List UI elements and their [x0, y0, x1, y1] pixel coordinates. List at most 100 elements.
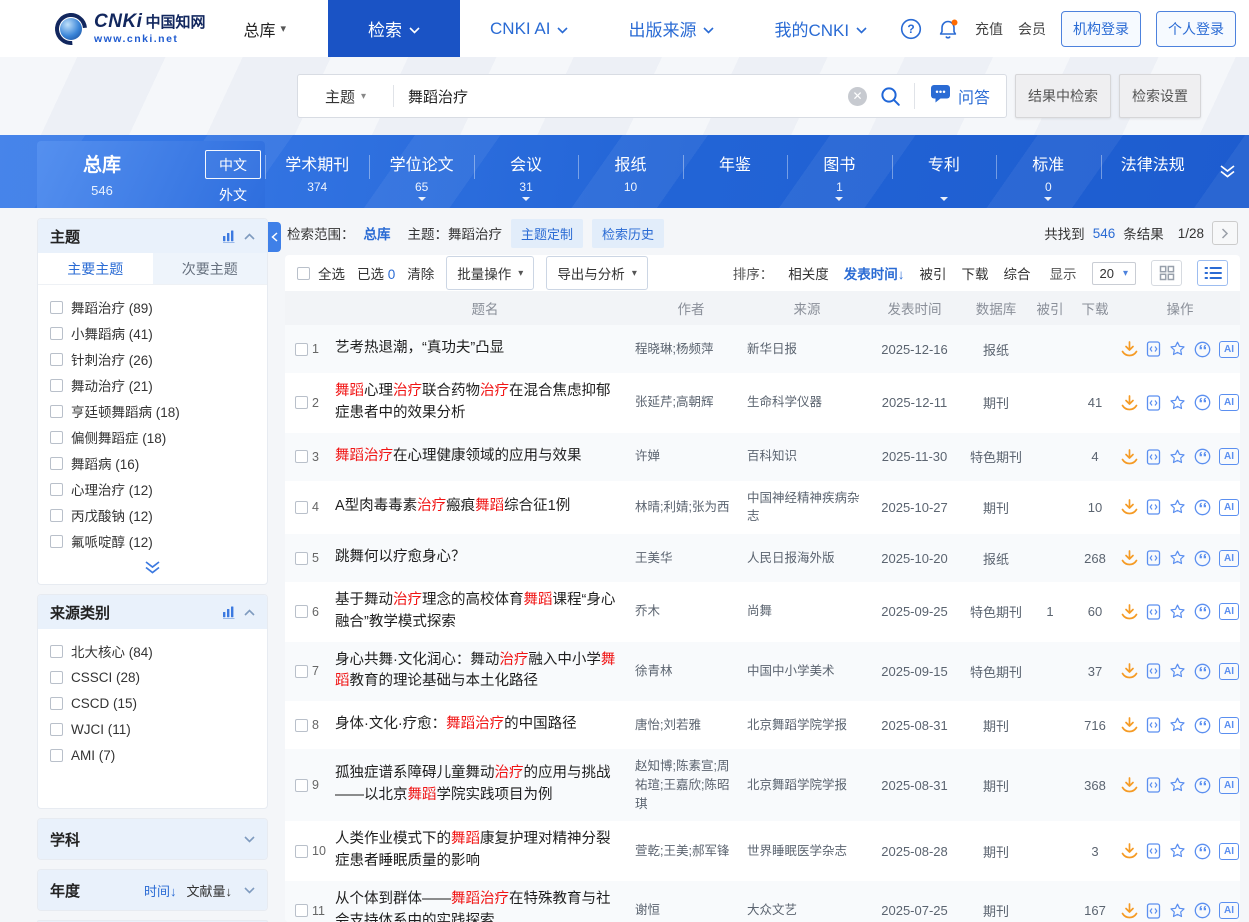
institution-login-button[interactable]: 机构登录	[1061, 11, 1141, 47]
cite-icon[interactable]	[1194, 603, 1211, 620]
source-filter-item[interactable]: AMI (7)	[50, 742, 255, 768]
row-checkbox[interactable]	[295, 396, 308, 409]
category-tab-total[interactable]: 总库 546 中文外文	[37, 141, 265, 208]
topic-tab-主要主题[interactable]: 主要主题	[38, 253, 153, 284]
search-settings-button[interactable]: 检索设置	[1119, 74, 1201, 118]
topic-filter-item[interactable]: 小舞蹈病 (41)	[50, 320, 255, 346]
result-authors[interactable]: 谢恒	[635, 901, 747, 920]
clear-icon[interactable]: ✕	[848, 87, 867, 106]
sort-option-相关度[interactable]: 相关度	[788, 263, 829, 283]
html-read-icon[interactable]	[1146, 395, 1161, 411]
result-title-link[interactable]: 跳舞何以疗愈身心？	[335, 547, 635, 569]
cite-icon[interactable]	[1194, 717, 1211, 734]
result-source[interactable]: 大众文艺	[747, 901, 867, 920]
source-filter-checkbox[interactable]	[50, 723, 63, 736]
cite-icon[interactable]	[1194, 902, 1211, 919]
collect-icon[interactable]	[1169, 843, 1186, 859]
download-icon[interactable]	[1121, 717, 1138, 733]
topic-filter-item[interactable]: 舞动治疗 (21)	[50, 372, 255, 398]
nav-item-出版来源[interactable]: 出版来源	[598, 0, 744, 57]
language-tab-中文[interactable]: 中文	[205, 150, 261, 179]
collect-icon[interactable]	[1169, 499, 1186, 515]
topic-filter-checkbox[interactable]	[50, 301, 63, 314]
category-tab-标准[interactable]: 标准0	[996, 135, 1100, 208]
download-icon[interactable]	[1121, 604, 1138, 620]
topic-filter-item[interactable]: 亨廷顿舞蹈病 (18)	[50, 398, 255, 424]
topic-filter-checkbox[interactable]	[50, 327, 63, 340]
category-tab-专利[interactable]: 专利	[892, 135, 996, 208]
list-view-button[interactable]	[1197, 260, 1228, 286]
download-icon[interactable]	[1121, 843, 1138, 859]
cite-icon[interactable]	[1194, 550, 1211, 567]
source-filter-item[interactable]: 北大核心 (84)	[50, 638, 255, 664]
result-title-link[interactable]: A型肉毒毒素治疗瘢痕舞蹈综合征1例	[335, 496, 635, 518]
recharge-link[interactable]: 充值	[975, 19, 1003, 39]
topic-tab-次要主题[interactable]: 次要主题	[153, 253, 268, 284]
html-read-icon[interactable]	[1146, 777, 1161, 793]
category-tab-学术期刊[interactable]: 学术期刊374	[265, 135, 369, 208]
result-download-count[interactable]: 716	[1070, 718, 1120, 733]
cnki-logo[interactable]: CNKi中国知网 www.cnki.net	[55, 12, 205, 45]
download-icon[interactable]	[1121, 341, 1138, 357]
cite-icon[interactable]	[1194, 394, 1211, 411]
cite-icon[interactable]	[1194, 663, 1211, 680]
row-checkbox[interactable]	[295, 501, 308, 514]
chevron-up-icon[interactable]	[244, 609, 255, 616]
ai-assistant-icon[interactable]: AI	[1219, 394, 1239, 411]
result-authors[interactable]: 唐怡;刘若雅	[635, 716, 747, 735]
nav-item-我的CNKI[interactable]: 我的CNKI	[744, 0, 897, 57]
source-filter-checkbox[interactable]	[50, 671, 63, 684]
collect-icon[interactable]	[1169, 550, 1186, 566]
html-read-icon[interactable]	[1146, 449, 1161, 465]
result-download-count[interactable]: 167	[1070, 903, 1120, 918]
chevron-up-icon[interactable]	[244, 233, 255, 240]
result-download-count[interactable]: 60	[1070, 604, 1120, 619]
source-filter-checkbox[interactable]	[50, 697, 63, 710]
result-source[interactable]: 尚舞	[747, 602, 867, 621]
result-authors[interactable]: 林晴;利婧;张为西	[635, 498, 747, 517]
clear-selection-button[interactable]: 清除	[407, 263, 434, 283]
select-all-checkbox[interactable]	[297, 267, 310, 280]
source-filter-checkbox[interactable]	[50, 749, 63, 762]
ai-assistant-icon[interactable]: AI	[1219, 341, 1239, 358]
download-icon[interactable]	[1121, 550, 1138, 566]
notifications-icon[interactable]	[937, 18, 960, 40]
sort-option-发表时间[interactable]: 发表时间↓	[844, 263, 905, 283]
year-sort-count[interactable]: 文献量↓	[186, 881, 232, 900]
search-in-results-button[interactable]: 结果中检索	[1015, 74, 1111, 118]
result-authors[interactable]: 程晓琳;杨频萍	[635, 340, 747, 359]
topic-filter-item[interactable]: 偏侧舞蹈症 (18)	[50, 424, 255, 450]
source-filter-item[interactable]: CSCD (15)	[50, 690, 255, 716]
scope-value[interactable]: 总库	[364, 223, 391, 243]
category-tab-图书[interactable]: 图书1	[787, 135, 891, 208]
cite-icon[interactable]	[1194, 843, 1211, 860]
ai-assistant-icon[interactable]: AI	[1219, 717, 1239, 734]
result-source[interactable]: 新华日报	[747, 340, 867, 359]
result-download-count[interactable]: 41	[1070, 395, 1120, 410]
personal-login-button[interactable]: 个人登录	[1156, 11, 1236, 47]
download-icon[interactable]	[1121, 395, 1138, 411]
ai-assistant-icon[interactable]: AI	[1219, 843, 1239, 860]
collect-icon[interactable]	[1169, 604, 1186, 620]
result-download-count[interactable]: 268	[1070, 551, 1120, 566]
topic-filter-item[interactable]: 氟哌啶醇 (12)	[50, 528, 255, 554]
result-source[interactable]: 北京舞蹈学院学报	[747, 716, 867, 735]
result-title-link[interactable]: 舞蹈心理治疗联合药物治疗在混合焦虑抑郁症患者中的效果分析	[335, 381, 635, 425]
show-more-icon[interactable]	[38, 556, 267, 584]
nav-item-检索[interactable]: 检索	[328, 0, 460, 57]
chevron-down-icon[interactable]	[244, 836, 255, 843]
collect-icon[interactable]	[1169, 717, 1186, 733]
html-read-icon[interactable]	[1146, 717, 1161, 733]
topic-filter-item[interactable]: 舞蹈病 (16)	[50, 450, 255, 476]
topic-filter-item[interactable]: 心理治疗 (12)	[50, 476, 255, 502]
result-source[interactable]: 中国神经精神疾病杂志	[747, 489, 867, 527]
topic-filter-checkbox[interactable]	[50, 535, 63, 548]
topic-filter-checkbox[interactable]	[50, 483, 63, 496]
result-source[interactable]: 人民日报海外版	[747, 549, 867, 568]
source-panel-header[interactable]: 来源类别	[38, 595, 267, 629]
download-icon[interactable]	[1121, 777, 1138, 793]
export-analyze-button[interactable]: 导出与分析▾	[546, 256, 648, 290]
chevron-down-icon[interactable]	[244, 887, 255, 894]
collect-icon[interactable]	[1169, 449, 1186, 465]
row-checkbox[interactable]	[295, 605, 308, 618]
